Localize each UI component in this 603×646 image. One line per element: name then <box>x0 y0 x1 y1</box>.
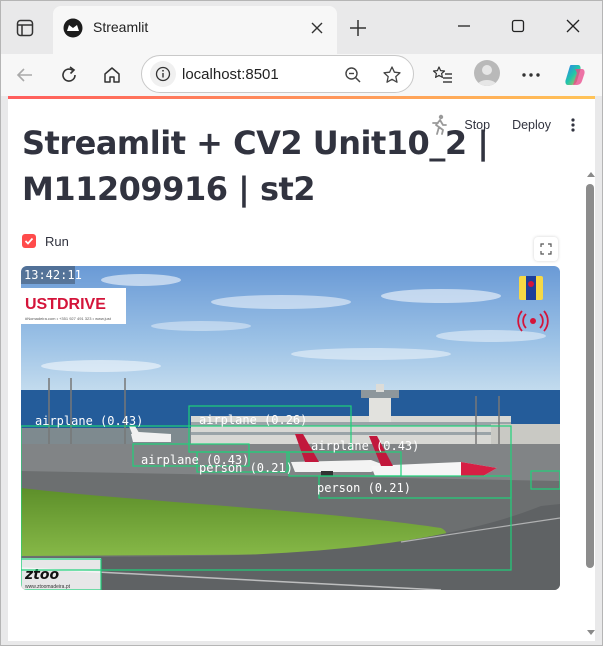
run-checkbox-label[interactable]: Run <box>45 234 69 249</box>
main-menu-icon[interactable] <box>567 115 579 135</box>
detection-label: person (0.21) <box>199 461 293 475</box>
favorite-star-icon[interactable] <box>380 63 404 87</box>
new-tab-icon[interactable] <box>344 14 372 42</box>
browser-navbar: localhost:8501 <box>0 54 603 96</box>
detection-label: airplane (0.43) <box>35 414 143 428</box>
webcam-logo-url: www.ztoomadeira.pt <box>25 584 71 590</box>
ad-logo-text: USTDRIVE <box>25 296 106 313</box>
scroll-thumb[interactable] <box>586 184 594 568</box>
video-frame: 13:42:11 USTDRIVE #Nomadeira.com • +351 … <box>21 266 560 590</box>
site-info-icon[interactable] <box>150 61 176 87</box>
fullscreen-icon[interactable] <box>534 237 558 261</box>
deploy-button[interactable]: Deploy <box>512 118 551 132</box>
browser-tab[interactable]: Streamlit <box>53 6 337 54</box>
streamlit-page: Stop Deploy Streamlit + CV2 Unit10_2 | M… <box>8 96 595 641</box>
mws-logo-icon <box>519 276 543 300</box>
checkbox-checked-icon[interactable] <box>22 234 36 248</box>
detection-label: person (0.21) <box>317 481 411 495</box>
page-scrollbar[interactable] <box>585 168 595 641</box>
more-options-icon[interactable] <box>516 60 546 90</box>
profile-avatar[interactable] <box>474 60 500 86</box>
refresh-icon[interactable] <box>54 60 84 90</box>
maximize-icon[interactable] <box>502 10 534 42</box>
browser-titlebar: Streamlit <box>0 0 603 54</box>
favorites-list-icon[interactable] <box>428 60 458 90</box>
close-tab-icon[interactable] <box>307 18 327 38</box>
close-window-icon[interactable] <box>557 10 589 42</box>
scroll-up-icon[interactable] <box>587 172 595 177</box>
streamlit-favicon-icon <box>63 18 83 38</box>
ad-contact-text: #Nomadeira.com • +351 927 491 323 • www.… <box>25 316 112 321</box>
minimize-icon[interactable] <box>448 10 480 42</box>
airport-webcam-image: 13:42:11 USTDRIVE #Nomadeira.com • +351 … <box>21 266 560 590</box>
url-text[interactable]: localhost:8501 <box>182 66 279 83</box>
home-icon[interactable] <box>97 60 127 90</box>
run-checkbox[interactable]: Run <box>22 230 69 252</box>
address-bar[interactable]: localhost:8501 <box>141 55 414 93</box>
scroll-down-icon[interactable] <box>587 630 595 635</box>
page-title: Streamlit + CV2 Unit10_2 | M11209916 | s… <box>22 124 489 208</box>
copilot-icon[interactable] <box>560 60 590 90</box>
zoom-out-icon[interactable] <box>342 64 364 86</box>
back-icon[interactable] <box>10 60 40 90</box>
detection-label: airplane (0.43) <box>311 439 419 453</box>
tab-actions-icon[interactable] <box>10 13 40 43</box>
webcam-logo-icon: ztoo www.ztoomadeira.pt <box>21 558 101 590</box>
tab-title: Streamlit <box>93 19 149 35</box>
status-loading-bar <box>8 96 595 99</box>
video-timestamp: 13:42:11 <box>24 268 82 282</box>
detection-label: airplane (0.26) <box>199 413 307 427</box>
